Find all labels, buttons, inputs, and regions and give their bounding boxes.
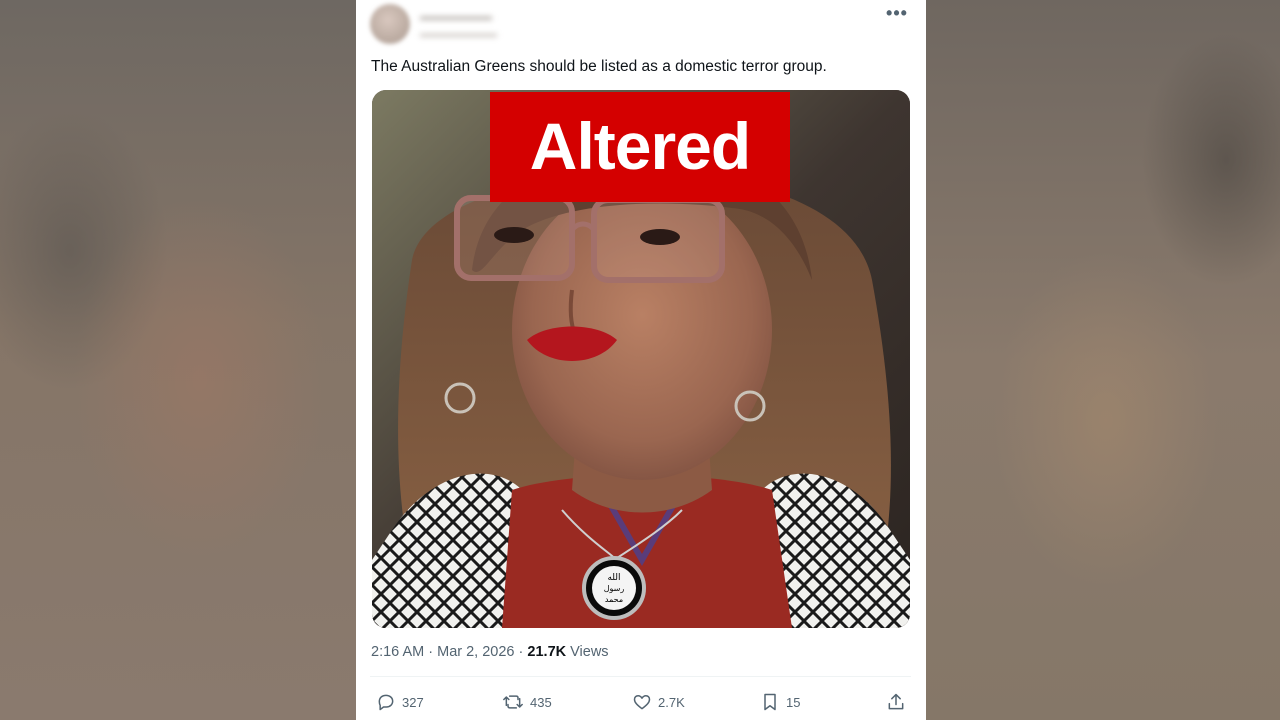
pendant-text-2: رسول: [604, 584, 625, 593]
action-bar: 327 435 2.7K 15: [372, 688, 912, 716]
avatar[interactable]: [370, 4, 410, 44]
repost-icon: [503, 695, 523, 709]
like-button[interactable]: 2.7K: [632, 688, 685, 716]
blurred-background-right: [926, 0, 1280, 720]
share-icon: [888, 693, 904, 710]
divider: [370, 676, 911, 677]
pendant-text-1: الله: [607, 573, 620, 583]
repost-button[interactable]: 435: [502, 688, 552, 716]
post-header: ▬▬▬▬▬▬ ▬▬▬▬▬▬▬ •••: [370, 4, 915, 44]
user-handle-redacted: ▬▬▬▬▬▬▬: [420, 28, 497, 40]
share-button[interactable]: [886, 688, 912, 716]
repost-count: 435: [530, 694, 552, 710]
post-text: The Australian Greens should be listed a…: [371, 58, 827, 75]
like-count: 2.7K: [658, 694, 685, 710]
pendant-text-3: محمد: [605, 595, 623, 604]
more-icon[interactable]: •••: [883, 4, 911, 26]
post-image[interactable]: الله رسول محمد Altered: [372, 90, 910, 628]
like-icon: [633, 695, 651, 710]
post-time[interactable]: 2:16 AM: [371, 644, 424, 660]
post-card: ▬▬▬▬▬▬ ▬▬▬▬▬▬▬ ••• The Australian Greens…: [356, 0, 926, 720]
meta-separator: ·: [428, 644, 434, 660]
blurred-background-left: [0, 0, 356, 720]
bookmark-button[interactable]: 15: [760, 688, 800, 716]
views-label: Views: [570, 644, 609, 660]
bookmark-icon: [764, 693, 776, 711]
views-count: 21.7K: [527, 644, 567, 660]
altered-label: Altered: [490, 92, 790, 202]
post-date[interactable]: Mar 2, 2026: [437, 644, 514, 660]
reply-button[interactable]: 327: [376, 688, 424, 716]
reply-icon: [378, 694, 394, 711]
bookmark-count: 15: [786, 694, 801, 710]
post-meta: 2:16 AM · Mar 2, 2026 · 21.7K Views: [371, 644, 911, 660]
user-name-redacted: ▬▬▬▬▬▬: [420, 9, 492, 23]
reply-count: 327: [402, 694, 424, 710]
meta-separator: ·: [518, 644, 524, 660]
